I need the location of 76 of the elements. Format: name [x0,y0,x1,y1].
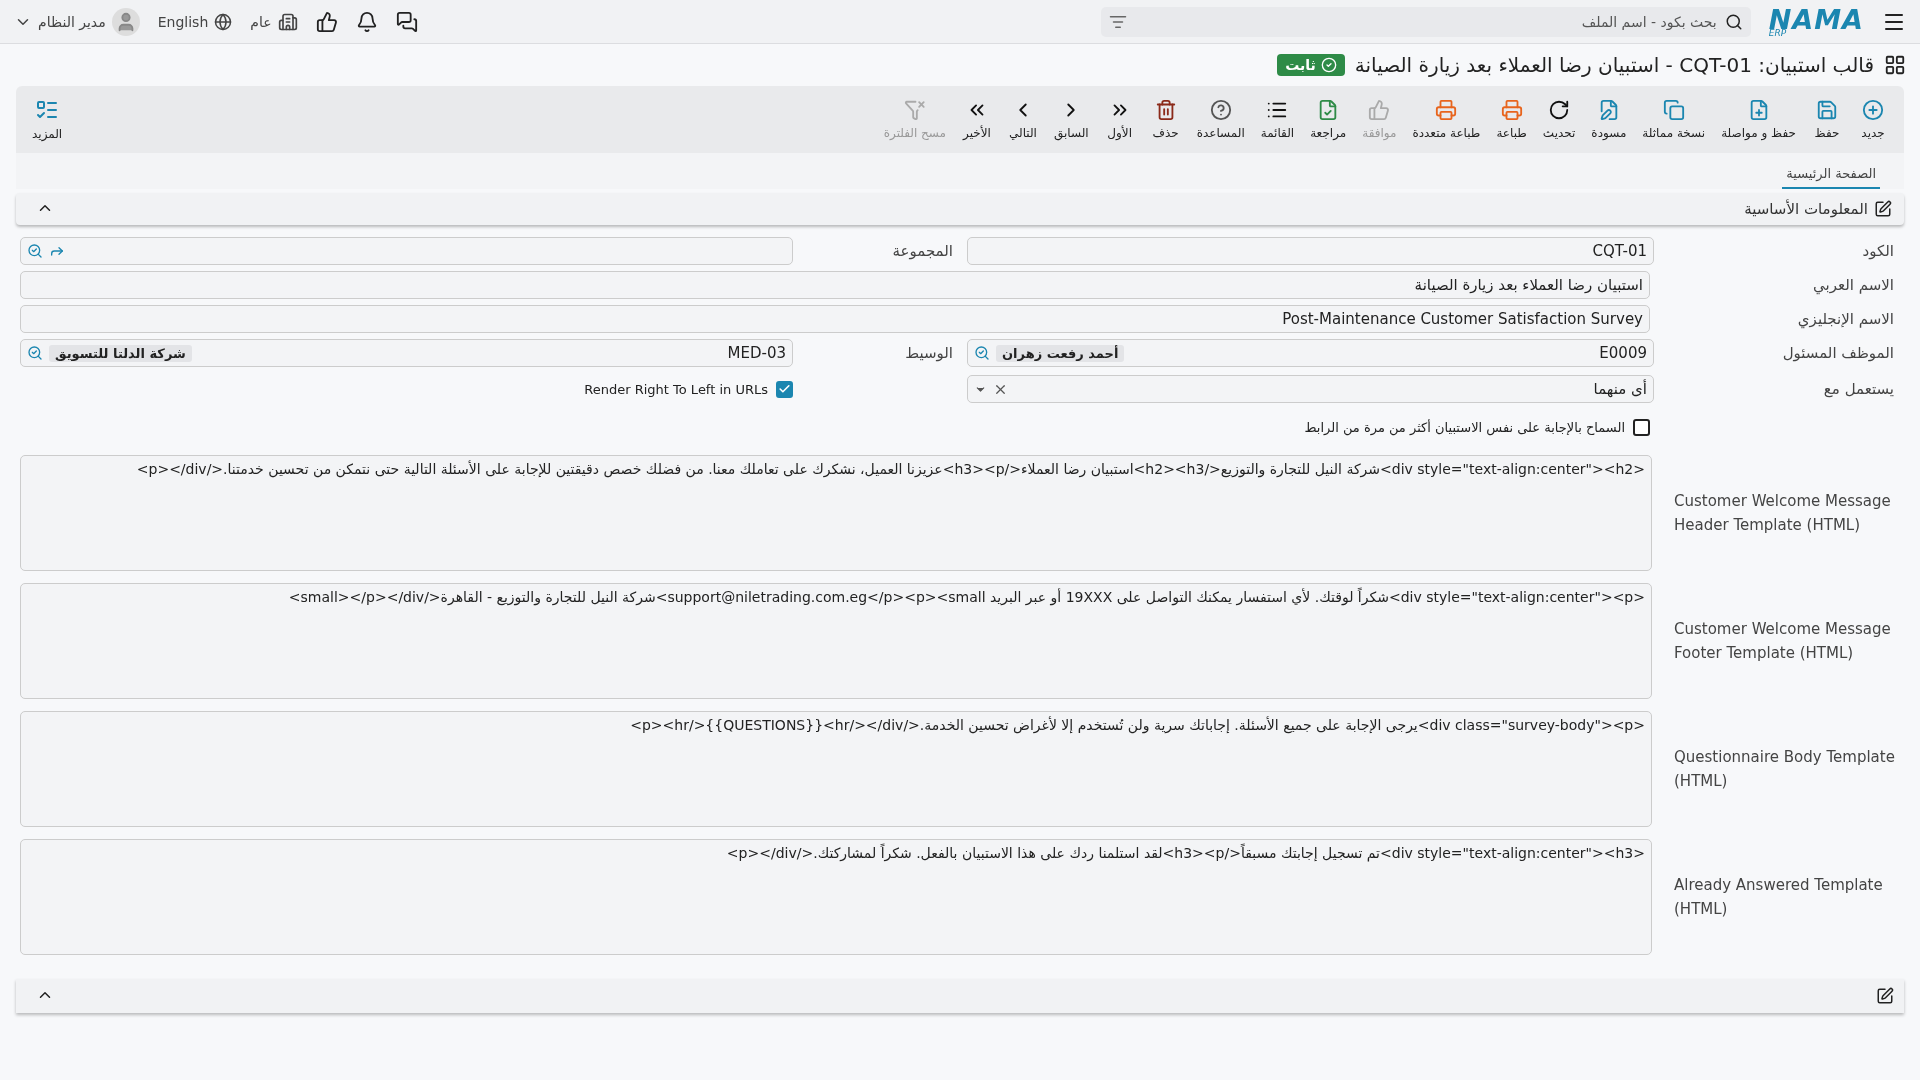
select-field[interactable]: أى منهما [967,375,1654,403]
field-label: Customer Welcome Message Footer Template (HTML) [1673,619,1892,664]
chat-icon[interactable] [395,10,418,33]
toolbar-button[interactable]: حذف [1142,86,1189,153]
toolbar-button[interactable]: التالي [1000,86,1046,153]
template-field[interactable]: <div style="text-align:center"><h3>تم تسجيل إجابتك مسبقاً</h3><p>لقد استلمنا ردك على هذا الاستبيان بالفعل. شكراً لمشاركتك.</p></div> [20,839,1652,955]
field-label: Already Answered Template (HTML) [1673,875,1884,920]
input-field[interactable] [20,237,793,265]
toolbar-button[interactable]: حفظ و مواصلة [1713,86,1804,153]
language-label[interactable]: English [157,13,209,30]
page-title: قالب استبيان: CQT-01 - استبيان رضا العملاء بعد زيارة الصيانة [1354,53,1874,77]
filter-off-icon [903,99,926,121]
toolbar-button[interactable]: طباعة [1488,86,1535,153]
template-field[interactable]: <div style="text-align:center"><h2>شركة النيل للتجارة والتوزيع</h2><h3>استبيان رضا العملاء</h3><p>عزيزنا العميل، نشكرك على تعاملك معنا. من فضلك خصص دقيقتين للإجابة على الأسئلة التالية حتى نتمكن من تحسين خدمتنا.</p></div> [20,455,1652,571]
toolbar-button[interactable]: الأخير [954,86,1000,153]
plus-icon [1862,99,1884,121]
search-field[interactable]: بحث بكود - اسم الملف [1100,6,1751,37]
search-input[interactable]: بحث بكود - اسم الملف [1132,12,1719,31]
field-label: الموظف المسئول [1781,344,1895,362]
printer-icon [1435,99,1458,121]
more-button[interactable]: المزيد [24,86,71,153]
input-field[interactable]: Post-Maintenance Customer Satisfaction Survey [20,305,1650,333]
field-label: المجموعة [891,242,953,260]
toolbar-button[interactable]: القائمة [1252,86,1303,153]
broker-chip: شركة الدلتا للتسويق [49,344,192,362]
building-icon[interactable] [277,11,298,32]
edit-icon[interactable] [1876,987,1894,1005]
toolbar-button[interactable]: نسخة مماثلة [1634,86,1714,153]
save-icon [1816,99,1838,121]
input-field[interactable]: CQT-01 [967,237,1654,265]
help-icon [1209,99,1232,121]
toolbar-button[interactable]: الأول [1096,86,1143,153]
search-icon[interactable] [974,345,990,361]
checkbox-label: Render Right To Left in URLs [584,381,768,397]
search-icon[interactable] [27,243,43,259]
toolbar-button[interactable]: مسودة [1583,86,1635,153]
company-label[interactable]: عام [250,13,272,30]
grid-icon [1884,54,1906,76]
field-label: Customer Welcome Message Header Template (HTML) [1673,491,1892,536]
field-label: Questionnaire Body Template (HTML) [1673,747,1896,792]
user-name[interactable]: مدير النظام [38,13,106,30]
toolbar-button[interactable]: المساعدة [1188,86,1253,153]
thumbs-up-icon [1368,99,1391,121]
edit-icon[interactable] [1874,200,1892,218]
thumbs-up-icon[interactable] [315,10,338,33]
printer-icon [1500,99,1523,121]
section-title: المعلومات الأساسية [1744,200,1868,218]
status-badge: ثابت [1277,54,1345,76]
toolbar-button[interactable]: مراجعة [1302,86,1355,153]
checkbox[interactable] [776,380,793,398]
toolbar-button[interactable]: حفظ [1804,86,1850,153]
search-icon[interactable] [27,345,43,361]
template-field[interactable]: <div class="survey-body"><p>يرجى الإجابة على جميع الأسئلة. إجاباتك سرية ولن تُستخدم إلا لأغراض تحسين الخدمة.</p><hr/>{{QUESTIONS}}<hr/></div> [20,711,1652,827]
refresh-icon [1548,99,1571,121]
globe-icon[interactable] [214,12,233,31]
toolbar-button[interactable]: تحديث [1534,86,1584,153]
trash-icon [1154,99,1177,121]
checkbox[interactable] [1633,418,1650,436]
input-field[interactable]: استبيان رضا العملاء بعد زيارة الصيانة [20,271,1650,299]
toolbar-button[interactable]: جديد [1850,86,1896,153]
template-field[interactable]: <div style="text-align:center"><p>شكراً لوقتك. لأي استفسار يمكنك التواصل على 19XXX أو عبر البريد support@niletrading.com.eg</p><p><small>شركة النيل للتجارة والتوزيع - القاهرة</small></p></div> [20,583,1652,699]
toolbar-button[interactable]: طباعة متعددة [1404,86,1489,153]
search-icon [1724,12,1743,31]
field-label: الوسيط [904,344,953,362]
avatar[interactable] [111,7,140,36]
checkbox-label: السماح بالإجابة على نفس الاستبيان أكثر من مرة من الرابط [1304,419,1625,435]
field-label: الكود [1861,242,1895,260]
field-label: يستعمل مع [1822,380,1895,398]
toolbar-button[interactable]: السابق [1046,86,1097,153]
field-label: الاسم العربي [1812,276,1895,294]
check-circle-icon [1320,57,1337,73]
copy-icon [1662,99,1685,121]
field-label: الاسم الإنجليزي [1796,310,1895,328]
tab[interactable]: الصفحة الرئيسية [1782,162,1880,189]
employee-chip: أحمد رفعت زهران [996,344,1125,362]
bell-icon[interactable] [355,10,378,33]
